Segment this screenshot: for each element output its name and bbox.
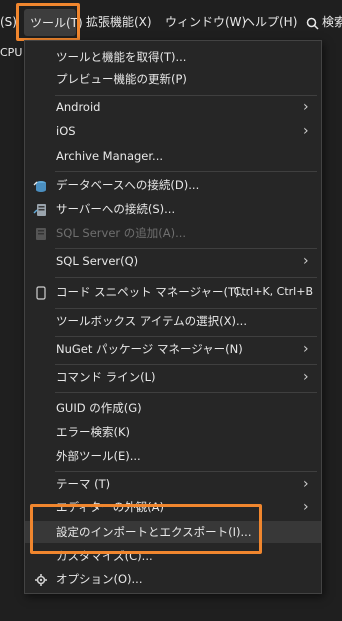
menu-item-label: Android	[56, 100, 101, 114]
separator	[55, 277, 317, 278]
menu-view-fragment[interactable]: (S)	[0, 11, 17, 33]
menu-search-label[interactable]: 検索	[322, 11, 342, 33]
menu-item-label: GUID の作成(G)	[56, 401, 142, 415]
menu-item-external-tools[interactable]: 外部ツール(E)...	[25, 445, 321, 467]
menu-item-connect-database[interactable]: データベースへの接続(D)...	[25, 174, 321, 196]
menu-item-command-line[interactable]: コマンド ライン(L) ›	[25, 366, 321, 388]
shortcut-label: Ctrl+K, Ctrl+B	[233, 285, 313, 298]
menu-item-label: プレビュー機能の更新(P)	[56, 72, 187, 86]
separator	[55, 471, 317, 472]
separator	[55, 392, 317, 393]
menu-item-archive-manager[interactable]: Archive Manager...	[25, 145, 321, 167]
server-connect-icon	[33, 202, 49, 216]
menu-item-android[interactable]: Android ›	[25, 96, 321, 118]
menu-help[interactable]: ヘルプ(H)	[243, 11, 297, 33]
menu-item-add-sql-server: SQL Server の追加(A)...	[25, 222, 321, 244]
menu-item-label: コード スニペット マネージャー(T)...	[56, 285, 251, 299]
menu-item-label: NuGet パッケージ マネージャー(N)	[56, 342, 243, 356]
menu-item-label: サーバーへの接続(S)...	[56, 202, 176, 216]
separator	[55, 171, 317, 172]
snippet-icon	[33, 285, 49, 300]
chevron-right-icon: ›	[303, 99, 309, 115]
menu-item-label: ツールボックス アイテムの選択(X)...	[56, 314, 247, 328]
menu-item-label: オプション(O)...	[56, 572, 143, 586]
database-connect-icon	[33, 178, 49, 192]
menu-item-label: SQL Server の追加(A)...	[56, 226, 187, 240]
menu-item-get-tools[interactable]: ツールと機能を取得(T)...	[25, 46, 321, 68]
separator	[55, 248, 317, 249]
chevron-right-icon: ›	[303, 369, 309, 385]
menu-item-error-lookup[interactable]: エラー検索(K)	[25, 421, 321, 443]
menu-item-label: コマンド ライン(L)	[56, 370, 156, 384]
separator	[55, 364, 317, 365]
tools-highlight-box	[16, 3, 80, 41]
chevron-right-icon: ›	[303, 123, 309, 139]
separator	[55, 308, 317, 309]
menu-item-ios[interactable]: iOS ›	[25, 120, 321, 142]
menu-item-label: ツールと機能を取得(T)...	[56, 50, 187, 64]
chevron-right-icon: ›	[303, 341, 309, 357]
chevron-right-icon: ›	[303, 253, 309, 269]
menu-item-label: データベースへの接続(D)...	[56, 178, 200, 192]
menu-item-label: iOS	[56, 124, 76, 138]
menu-item-nuget[interactable]: NuGet パッケージ マネージャー(N) ›	[25, 338, 321, 360]
background-cpu-label: CPU	[0, 46, 23, 59]
menu-extensions[interactable]: 拡張機能(X)	[86, 11, 152, 33]
menu-item-label: エラー検索(K)	[56, 425, 131, 439]
menu-item-sql-server[interactable]: SQL Server(Q) ›	[25, 250, 321, 272]
menu-item-preview-features[interactable]: プレビュー機能の更新(P)	[25, 68, 321, 90]
menu-item-label: テーマ (T)	[56, 477, 111, 491]
gear-icon	[33, 572, 49, 586]
menu-item-label: Archive Manager...	[56, 149, 164, 163]
menu-item-label: 外部ツール(E)...	[56, 449, 141, 463]
menu-item-connect-server[interactable]: サーバーへの接続(S)...	[25, 198, 321, 220]
menu-item-snippet-manager[interactable]: コード スニペット マネージャー(T)... Ctrl+K, Ctrl+B	[25, 281, 321, 303]
menu-window[interactable]: ウィンドウ(W)	[165, 11, 246, 33]
menu-item-label: SQL Server(Q)	[56, 254, 139, 268]
chevron-right-icon: ›	[303, 499, 309, 515]
menu-item-theme[interactable]: テーマ (T) ›	[25, 473, 321, 495]
menu-item-toolbox-items[interactable]: ツールボックス アイテムの選択(X)...	[25, 310, 321, 332]
chevron-right-icon: ›	[303, 476, 309, 492]
menu-item-create-guid[interactable]: GUID の作成(G)	[25, 397, 321, 419]
sql-server-add-icon	[33, 226, 49, 240]
settings-highlight-box	[30, 504, 262, 554]
menu-item-options[interactable]: オプション(O)...	[25, 568, 321, 590]
separator	[55, 336, 317, 337]
search-icon[interactable]	[306, 15, 319, 34]
